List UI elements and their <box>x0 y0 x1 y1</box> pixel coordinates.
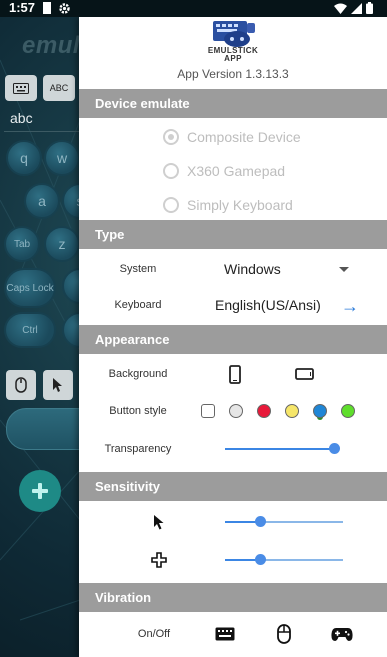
settings-gear-icon <box>59 3 70 14</box>
style-swatch-green[interactable] <box>341 404 355 418</box>
section-sensitivity: Sensitivity <box>79 472 387 501</box>
text-input[interactable]: abc <box>4 110 80 132</box>
system-label: System <box>119 263 157 275</box>
onoff-label: On/Off <box>137 628 171 640</box>
dpad-sensitivity-row <box>79 541 387 579</box>
landscape-orientation-icon[interactable] <box>295 368 314 380</box>
sd-card-icon <box>43 2 51 14</box>
dpad-icon <box>32 483 48 499</box>
section-device-emulate: Device emulate <box>79 89 387 118</box>
radio-indicator <box>163 197 179 213</box>
abc-button[interactable]: ABC <box>43 75 75 101</box>
keyboard-icon <box>13 82 29 94</box>
keyboard-toggle-button[interactable] <box>5 75 37 101</box>
transparency-slider-fill <box>225 448 335 450</box>
radio-simply-keyboard[interactable]: Simply Keyboard <box>79 188 387 222</box>
status-time: 1:57 <box>9 0 36 15</box>
radio-label: Simply Keyboard <box>187 197 293 213</box>
radio-indicator <box>163 163 179 179</box>
pointer-sensitivity-thumb[interactable] <box>254 516 266 527</box>
mouse-icon <box>15 377 27 393</box>
keyboard-row[interactable]: Keyboard English(US/Ansi) → <box>79 287 387 323</box>
portrait-orientation-icon[interactable] <box>229 364 241 384</box>
background-label: Background <box>108 368 168 380</box>
section-appearance: Appearance <box>79 325 387 354</box>
key-ctrl[interactable]: Ctrl <box>4 312 56 348</box>
cursor-icon <box>53 378 62 392</box>
key-z[interactable]: z <box>44 226 80 262</box>
radio-label: X360 Gamepad <box>187 163 286 179</box>
keyboard-label: Keyboard <box>114 299 162 311</box>
pointer-mode-button[interactable] <box>43 370 73 400</box>
radio-label: Composite Device <box>187 129 301 145</box>
button-style-swatches <box>201 404 355 418</box>
style-swatch-gray[interactable] <box>229 404 243 418</box>
cursor-icon <box>154 514 164 529</box>
pointer-sensitivity-row <box>79 503 387 541</box>
system-dropdown-value[interactable]: Windows <box>224 261 281 277</box>
key-q[interactable]: q <box>6 140 42 176</box>
transparency-label: Transparency <box>104 443 172 455</box>
transparency-row: Transparency <box>79 430 387 468</box>
key-a[interactable]: a <box>24 183 60 219</box>
section-vibration: Vibration <box>79 583 387 612</box>
radio-composite-device[interactable]: Composite Device <box>79 120 387 154</box>
style-swatch-red[interactable] <box>257 404 271 418</box>
transparency-slider-thumb[interactable] <box>329 443 341 454</box>
system-row[interactable]: System Windows <box>79 251 387 287</box>
gamepad-vibration-icon[interactable] <box>331 626 353 642</box>
button-style-label: Button style <box>109 405 167 417</box>
keyboard-layout-value[interactable]: English(US/Ansi) <box>215 297 321 313</box>
keyboard-vibration-icon[interactable] <box>215 627 235 641</box>
dropdown-arrow-icon[interactable] <box>339 267 349 272</box>
button-style-row: Button style <box>79 392 387 430</box>
app-logo <box>213 21 255 47</box>
app-version: App Version 1.3.13.3 <box>177 67 289 81</box>
device-radio-group: Composite Device X360 Gamepad Simply Key… <box>79 118 387 220</box>
mouse-vibration-icon[interactable] <box>277 624 291 644</box>
logo-text: EMULSTICK APP <box>207 46 259 63</box>
radio-x360-gamepad[interactable]: X360 Gamepad <box>79 154 387 188</box>
status-bar: 1:57 <box>0 0 387 17</box>
dpad-button[interactable] <box>19 470 61 512</box>
style-swatch-yellow[interactable] <box>285 404 299 418</box>
settings-drawer: EMULSTICK APP App Version 1.3.13.3 Devic… <box>79 17 387 657</box>
style-swatch-square[interactable] <box>201 404 215 418</box>
battery-icon <box>366 2 373 14</box>
key-tab[interactable]: Tab <box>4 226 40 262</box>
app-header: EMULSTICK APP App Version 1.3.13.3 <box>79 17 387 89</box>
background-row: Background <box>79 356 387 392</box>
style-swatch-blue-selected[interactable] <box>313 404 327 418</box>
vibration-row: On/Off <box>79 616 387 652</box>
dpad-sensitivity-thumb[interactable] <box>254 554 266 565</box>
arrow-right-icon[interactable]: → <box>341 296 359 317</box>
section-type: Type <box>79 220 387 249</box>
dpad-icon <box>151 552 167 568</box>
wifi-icon <box>334 3 347 14</box>
key-w[interactable]: w <box>44 140 80 176</box>
key-caps-lock[interactable]: Caps Lock <box>4 268 56 308</box>
mouse-mode-button[interactable] <box>6 370 36 400</box>
signal-icon <box>351 2 362 14</box>
radio-indicator <box>163 129 179 145</box>
